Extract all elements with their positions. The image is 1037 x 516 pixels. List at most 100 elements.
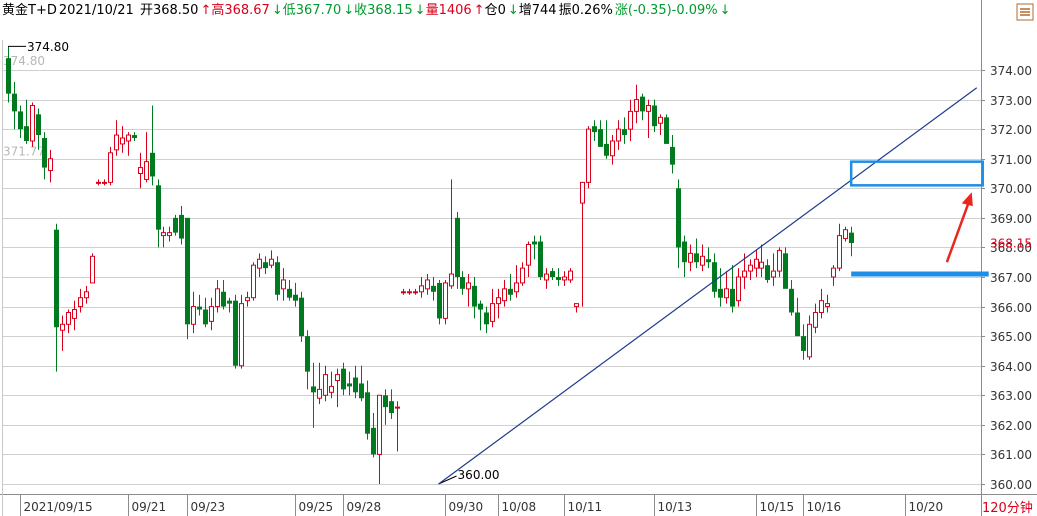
candle-body [718, 288, 723, 298]
candle-down [287, 279, 292, 301]
candle-up [688, 244, 693, 272]
candle-down [371, 413, 376, 458]
x-tick-label: 10/08 [502, 500, 537, 514]
candle-body [676, 188, 681, 248]
candle-body [825, 303, 830, 308]
candle-down [150, 105, 155, 186]
candle-body [150, 152, 155, 177]
candle-up [239, 294, 244, 369]
candle-down [592, 120, 597, 141]
candle-body [161, 232, 166, 237]
candle-body [622, 129, 627, 136]
candle-down [622, 117, 627, 144]
candle-body [771, 270, 776, 278]
candle-body [449, 273, 454, 287]
candle-body [490, 303, 495, 322]
candle-body [167, 232, 172, 237]
candle-body [460, 277, 465, 289]
candlestick-chart[interactable]: 2021/09/15 09/21 09/23 09/25 09/28 09/30 10/08… [0, 0, 1037, 516]
candle-down [598, 120, 603, 147]
candle-body [293, 294, 298, 301]
candle-body [227, 300, 232, 304]
candle-body [108, 152, 113, 183]
candle-body [682, 241, 687, 263]
y-tick-label: 370.00 [990, 182, 1032, 196]
last-price-label: 368.15 [990, 236, 1032, 250]
candle-body [688, 252, 693, 263]
y-tick-label: 371.00 [990, 153, 1032, 167]
candle-down [365, 380, 370, 440]
candle-body [389, 401, 394, 414]
candle-body [84, 291, 89, 299]
candle-down [682, 235, 687, 277]
candle-body [604, 143, 609, 156]
candle-body [783, 253, 788, 289]
candle-up [78, 288, 83, 313]
candle-up [161, 226, 166, 248]
candle-body [843, 229, 848, 240]
candle-up [466, 274, 471, 307]
candle-up [96, 179, 101, 186]
candle-body [215, 288, 220, 308]
candle-body [233, 300, 238, 366]
candle-up [825, 294, 830, 313]
candle-body [478, 303, 483, 310]
candle-body [90, 255, 95, 284]
candle-up [843, 226, 848, 242]
candle-up [281, 268, 286, 301]
candle-body [508, 288, 513, 295]
candle-body [748, 264, 753, 272]
candle-up [634, 84, 639, 124]
candle-body [191, 306, 196, 325]
candle-body [30, 104, 35, 142]
candle-body [138, 167, 143, 174]
candle-down [203, 297, 208, 328]
candle-up [837, 223, 842, 272]
candle-body [419, 285, 424, 293]
candle-body [742, 270, 747, 278]
x-tick-label: 09/30 [449, 500, 484, 514]
candle-body [317, 388, 322, 399]
candle-body [413, 291, 418, 294]
candle-body [269, 258, 274, 266]
candle-body [777, 249, 782, 272]
candle-up [658, 114, 663, 136]
candle-up [317, 362, 322, 405]
y-tick-label: 364.00 [990, 360, 1032, 374]
candle-body [532, 241, 537, 245]
candle-body [263, 262, 268, 269]
candle-body [18, 111, 23, 130]
period-label[interactable]: 120分钟 [982, 500, 1033, 516]
projection-arrow-shaft[interactable] [945, 201, 970, 263]
y-tick-label: 374.00 [990, 64, 1032, 78]
candle-body [754, 258, 759, 269]
candle-body [730, 288, 735, 307]
candle-body [96, 181, 101, 184]
candle-body [245, 297, 250, 302]
candle-up [419, 277, 424, 298]
candle-down [556, 268, 561, 286]
candle-down [460, 271, 465, 295]
candle-body [185, 217, 190, 325]
candle-up [628, 99, 633, 141]
candle-body [48, 158, 53, 172]
projection-arrow-head[interactable] [961, 192, 973, 207]
candle-body [359, 383, 364, 399]
candle-body [102, 181, 107, 184]
candle-down [293, 282, 298, 307]
candle-up [514, 265, 519, 298]
trendline[interactable] [438, 87, 978, 485]
candle-up [167, 226, 172, 242]
candle-body [502, 288, 507, 302]
y-tick-label: 372.00 [990, 123, 1032, 137]
candle-body [574, 303, 579, 308]
candle-body [634, 99, 639, 112]
candle-down [275, 256, 280, 301]
candle-body [736, 276, 741, 302]
candle-body [156, 185, 161, 230]
candle-down [712, 253, 717, 298]
candle-up [257, 253, 262, 277]
candle-up [544, 268, 549, 289]
candle-down [472, 277, 477, 319]
candle-body [203, 309, 208, 325]
